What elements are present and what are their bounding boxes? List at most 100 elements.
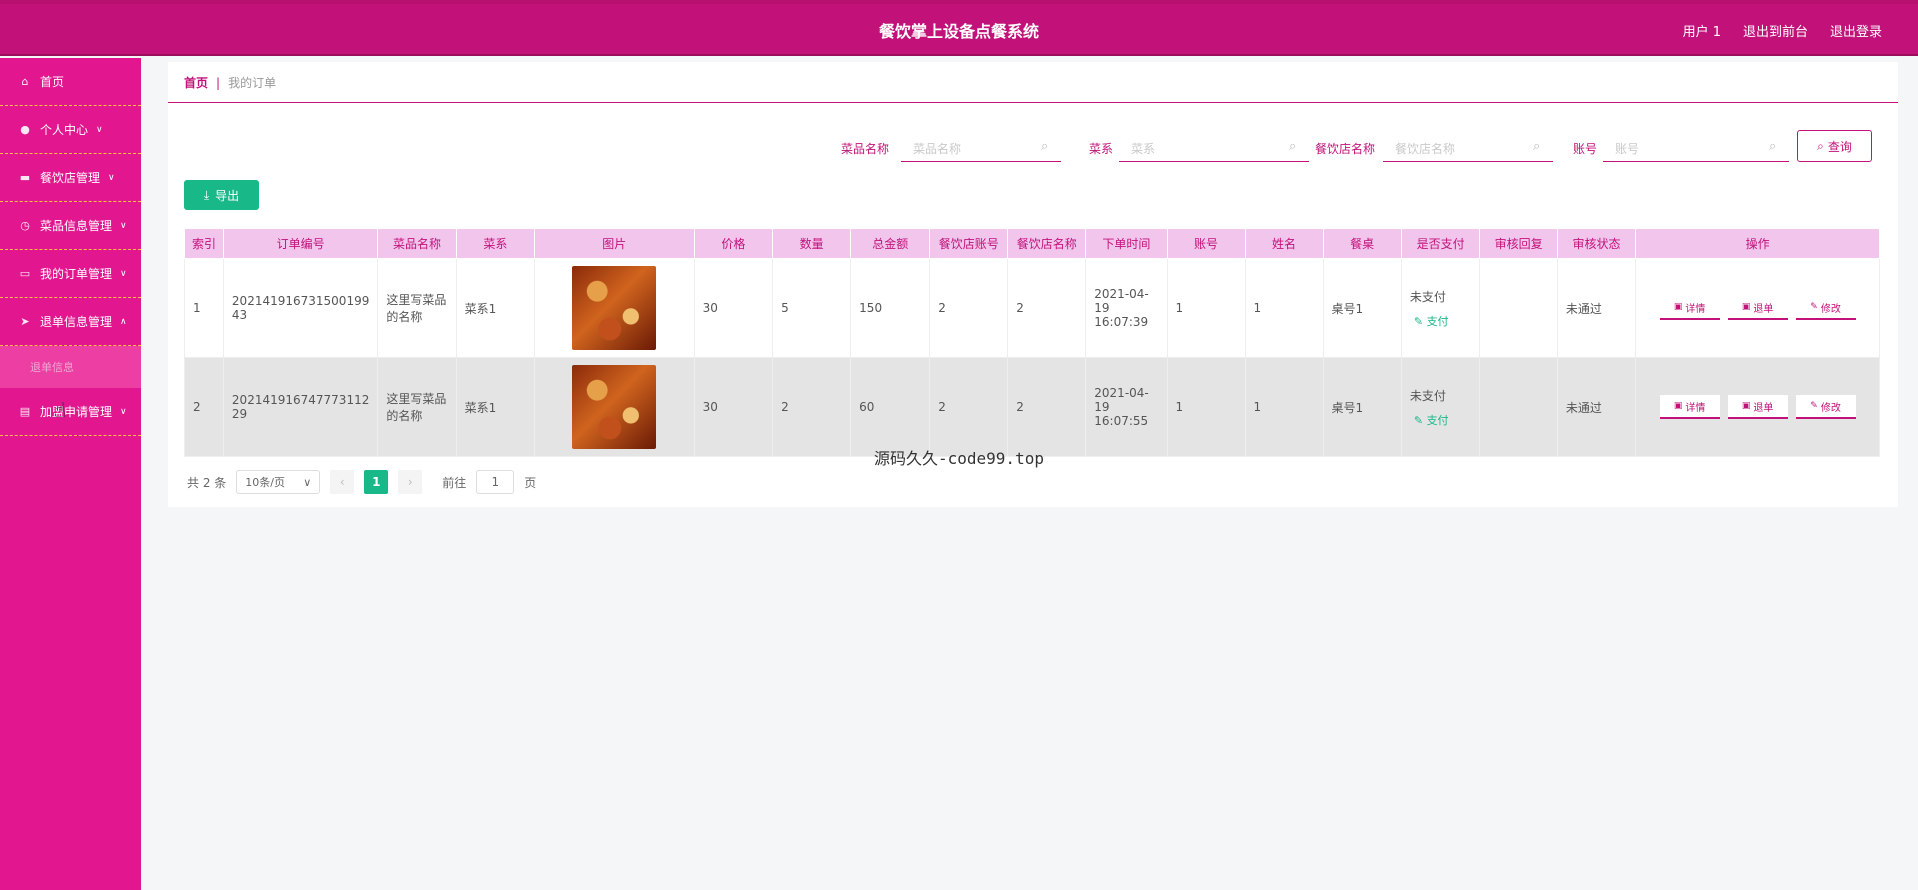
col-paid: 是否支付 xyxy=(1400,228,1481,259)
pay-icon: ✎ xyxy=(1413,314,1427,328)
breadcrumb-home[interactable]: 首页 xyxy=(184,76,208,90)
col-shop-name: 餐饮店名称 xyxy=(1007,228,1087,259)
shop-search-input[interactable]: 餐饮店名称 xyxy=(1383,132,1553,162)
col-name: 姓名 xyxy=(1244,228,1324,259)
col-qty: 数量 xyxy=(772,228,852,259)
col-index: 索引 xyxy=(184,228,224,259)
detail-icon: ▣ xyxy=(1673,302,1683,312)
home-icon: ⌂ xyxy=(21,75,29,88)
edit-icon: ✎ xyxy=(1810,401,1818,411)
app-title: 餐饮掌上设备点餐系统 xyxy=(878,22,1039,41)
col-account: 账号 xyxy=(1166,228,1246,259)
mouse-pointer-icon: ☝ xyxy=(54,398,67,422)
account-search-input[interactable]: 账号 xyxy=(1603,132,1789,162)
goto-page-input[interactable]: 1 xyxy=(476,470,515,494)
cuisine-search-input[interactable]: 菜系 xyxy=(1119,132,1309,162)
sidebar-item-orders[interactable]: ▭ 我的订单管理 ∨ xyxy=(0,250,141,298)
pay-link[interactable]: ✎ 支付 xyxy=(1410,412,1472,428)
sidebar-item-home[interactable]: ⌂ 首页 xyxy=(0,58,141,106)
user-link[interactable]: 用户 1 xyxy=(1683,21,1721,40)
col-price: 价格 xyxy=(693,228,774,259)
refund-icon: ▣ xyxy=(1741,302,1751,312)
detail-button[interactable]: ▣ 详情 xyxy=(1659,296,1720,320)
page-size-select[interactable]: 10条/页 ∨ xyxy=(236,470,321,494)
search-icon: ⌕ xyxy=(1817,138,1824,153)
orders-table: 索引 订单编号 菜品名称 菜系 图片 价格 数量 总金额 餐饮店账号 餐饮店名称… xyxy=(184,228,1880,457)
logout-link[interactable]: 退出登录 xyxy=(1830,21,1882,40)
chevron-down-icon: ∨ xyxy=(120,406,127,417)
send-icon: ➤ xyxy=(20,315,30,328)
dish-icon: ◷ xyxy=(20,219,30,232)
account-search-group: 账号 账号 ⌕ xyxy=(1573,132,1791,162)
detail-button[interactable]: ▣ 详情 xyxy=(1659,395,1720,419)
sidebar-item-dish[interactable]: ◷ 菜品信息管理 ∨ xyxy=(0,202,141,250)
search-icon: ⌕ xyxy=(1041,139,1049,154)
breadcrumb-current: 我的订单 xyxy=(228,76,277,90)
chevron-up-icon: ∧ xyxy=(120,316,127,327)
goto-suffix: 页 xyxy=(524,475,537,490)
account-search-label: 账号 xyxy=(1573,142,1598,156)
dish-search-input[interactable]: 菜品名称 xyxy=(901,132,1061,162)
goto-prefix: 前往 xyxy=(442,475,467,490)
sidebar-subitem-refund-info[interactable]: 退单信息 xyxy=(0,346,141,388)
total-count: 共 2 条 xyxy=(187,475,227,490)
chevron-down-icon: ∨ xyxy=(120,220,127,231)
table-header-row: 索引 订单编号 菜品名称 菜系 图片 价格 数量 总金额 餐饮店账号 餐饮店名称… xyxy=(184,228,1880,259)
paid-status: 未支付 xyxy=(1409,289,1446,304)
pagination: 共 2 条 10条/页 ∨ ‹ 1 › 前往 1 页 xyxy=(187,470,536,494)
paid-status: 未支付 xyxy=(1409,388,1446,403)
sidebar-item-store[interactable]: ▬ 餐饮店管理 ∨ xyxy=(0,154,141,202)
shop-search-label: 餐饮店名称 xyxy=(1315,142,1376,156)
prev-page-button[interactable]: ‹ xyxy=(330,470,355,494)
site-tag: 源码久久-code99.top xyxy=(874,449,1044,468)
search-icon: ⌕ xyxy=(1769,139,1777,154)
divider xyxy=(168,102,1898,103)
col-dish: 菜品名称 xyxy=(377,228,457,259)
col-time: 下单时间 xyxy=(1085,228,1168,259)
current-page[interactable]: 1 xyxy=(364,470,389,494)
order-icon: ▭ xyxy=(19,267,31,280)
edit-icon: ✎ xyxy=(1810,302,1818,312)
next-page-button[interactable]: › xyxy=(398,470,423,494)
breadcrumb: 首页 | 我的订单 xyxy=(184,76,277,90)
search-icon: ⌕ xyxy=(1289,139,1297,154)
download-icon: ⤓ xyxy=(203,187,210,202)
col-image: 图片 xyxy=(533,228,695,259)
back-to-frontend-link[interactable]: 退出到前台 xyxy=(1743,21,1808,40)
cuisine-search-group: 菜系 菜系 ⌕ xyxy=(1089,132,1311,162)
query-button[interactable]: ⌕ 查询 xyxy=(1797,130,1872,162)
cuisine-search-label: 菜系 xyxy=(1089,142,1114,156)
col-total: 总金额 xyxy=(850,228,931,259)
sidebar-item-franchise[interactable]: ▤ 加盟申请管理 ∨ xyxy=(0,388,141,436)
chevron-down-icon: ∨ xyxy=(120,268,127,279)
col-shop-account: 餐饮店账号 xyxy=(929,228,1009,259)
export-button[interactable]: ⤓ 导出 xyxy=(184,180,259,210)
col-status: 审核状态 xyxy=(1556,228,1637,259)
edit-button[interactable]: ✎ 修改 xyxy=(1795,395,1856,419)
dish-image xyxy=(572,266,657,350)
chevron-left-icon: ‹ xyxy=(339,475,345,489)
edit-button[interactable]: ✎ 修改 xyxy=(1795,296,1856,320)
dish-search-label: 菜品名称 xyxy=(841,142,890,156)
sidebar-item-refund[interactable]: ➤ 退单信息管理 ∧ xyxy=(0,298,141,346)
table-row: 1 202141916731500199 43 这里写菜品的名称 菜系1 30 … xyxy=(184,258,1880,358)
col-table: 餐桌 xyxy=(1322,228,1402,259)
shop-search-group: 餐饮店名称 餐饮店名称 ⌕ xyxy=(1315,132,1555,162)
sidebar: ⌂ 首页 ● 个人中心 ∨ ▬ 餐饮店管理 ∨ ◷ 菜品信息管理 ∨ ▭ 我的订单管理 ∨ ➤ 退单… xyxy=(0,58,141,890)
pay-icon: ✎ xyxy=(1413,413,1427,427)
search-icon: ⌕ xyxy=(1533,139,1541,154)
dish-search-group: 菜品名称 菜品名称 ⌕ xyxy=(841,132,1061,162)
sidebar-item-profile[interactable]: ● 个人中心 ∨ xyxy=(0,106,141,154)
main-panel: 首页 | 我的订单 菜品名称 菜品名称 ⌕ 菜系 菜系 ⌕ 餐饮店名称 餐饮店名称 … xyxy=(168,62,1898,507)
chevron-down-icon: ∨ xyxy=(96,124,103,135)
store-icon: ▬ xyxy=(19,171,31,184)
refund-icon: ▣ xyxy=(1741,401,1751,411)
pay-link[interactable]: ✎ 支付 xyxy=(1410,313,1472,329)
user-icon: ● xyxy=(20,123,30,136)
chevron-right-icon: › xyxy=(407,475,413,489)
chevron-down-icon: ∨ xyxy=(108,172,115,183)
refund-button[interactable]: ▣ 退单 xyxy=(1727,395,1788,419)
refund-button[interactable]: ▣ 退单 xyxy=(1727,296,1788,320)
table-row: 2 202141916747773112 29 这里写菜品的名称 菜系1 30 … xyxy=(184,357,1880,457)
apply-icon: ▤ xyxy=(19,405,31,418)
